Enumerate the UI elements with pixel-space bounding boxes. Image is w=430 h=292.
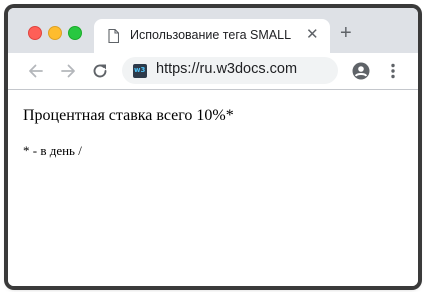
close-window-button[interactable] bbox=[28, 26, 42, 40]
forward-arrow-icon[interactable] bbox=[58, 61, 78, 81]
back-arrow-icon[interactable] bbox=[26, 61, 46, 81]
url-text[interactable]: https://ru.w3docs.com bbox=[156, 61, 297, 77]
minimize-window-button[interactable] bbox=[48, 26, 62, 40]
document-icon bbox=[108, 29, 119, 43]
tab-close-icon[interactable]: ✕ bbox=[306, 27, 319, 43]
title-bar: Использование тега SMALL ✕ + bbox=[8, 8, 418, 53]
maximize-window-button[interactable] bbox=[68, 26, 82, 40]
page-content: Процентная ставка всего 10%* * - в день … bbox=[8, 90, 418, 286]
browser-tab[interactable]: Использование тега SMALL ✕ bbox=[94, 19, 330, 53]
new-tab-button[interactable]: + bbox=[340, 23, 352, 43]
site-favicon-icon: w3 bbox=[133, 64, 147, 78]
address-bar[interactable]: w3 https://ru.w3docs.com bbox=[122, 57, 338, 84]
browser-window: Использование тега SMALL ✕ + w3 https://… bbox=[8, 8, 418, 286]
tab-title: Использование тега SMALL bbox=[130, 28, 292, 42]
toolbar: w3 https://ru.w3docs.com bbox=[8, 53, 418, 90]
reload-icon[interactable] bbox=[90, 61, 110, 81]
account-icon[interactable] bbox=[351, 61, 371, 81]
menu-dots-icon[interactable] bbox=[383, 61, 403, 81]
main-paragraph: Процентная ставка всего 10%* bbox=[23, 107, 234, 124]
small-text: * - в день / bbox=[23, 143, 82, 158]
